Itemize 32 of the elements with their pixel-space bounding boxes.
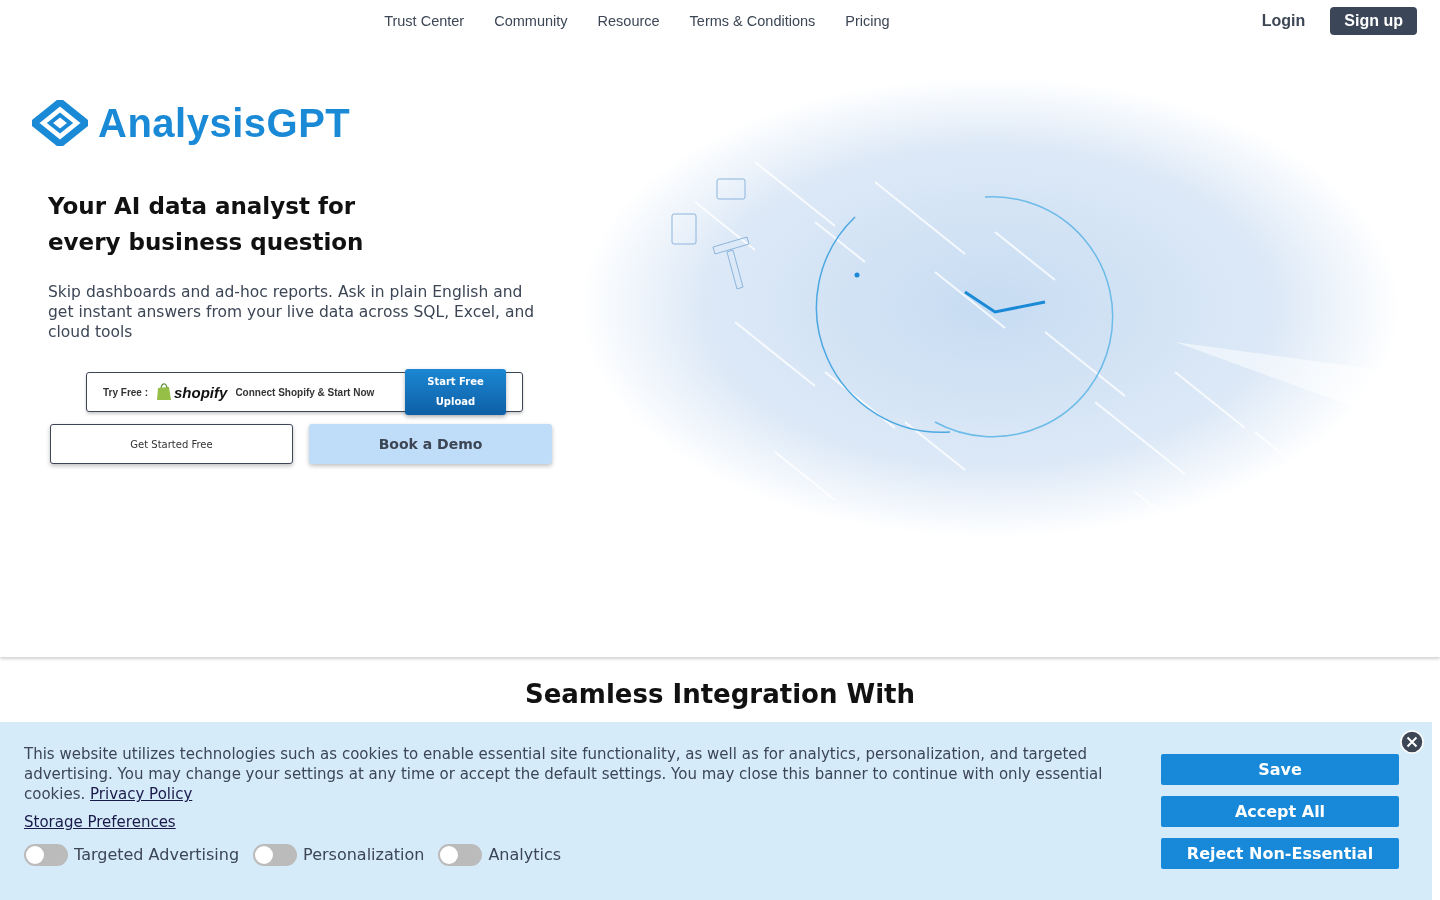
nav-link[interactable]: Terms & Conditions — [689, 13, 816, 29]
close-icon[interactable] — [1400, 730, 1424, 754]
nav-link[interactable]: Resource — [597, 13, 660, 29]
try-free-label: Try Free : — [103, 386, 149, 398]
nav-link[interactable]: Community — [494, 13, 568, 29]
toggle-label: Targeted Advertising — [74, 845, 240, 865]
banner-button[interactable]: Accept All — [1161, 796, 1399, 827]
brand-name: AnalysisGPT — [98, 100, 351, 146]
banner-button[interactable]: Reject Non-Essential — [1161, 838, 1399, 869]
storage-preferences-link[interactable]: Storage Preferences — [24, 812, 176, 832]
nav-link[interactable]: Trust Center — [384, 13, 465, 29]
privacy-policy-link[interactable]: Privacy Policy — [90, 785, 193, 803]
section-heading: Seamless Integration With — [523, 679, 917, 709]
toggle-switch[interactable] — [24, 844, 68, 866]
shopify-logo-text: shopify — [174, 383, 228, 401]
book-demo-button[interactable]: Book a Demo — [309, 424, 552, 464]
connect-shopify-link[interactable]: Connect Shopify & Start Now — [235, 386, 375, 398]
get-started-button[interactable]: Get Started Free — [50, 424, 293, 464]
toggle-label: Analytics — [488, 845, 562, 865]
signup-button[interactable]: Sign up — [1330, 7, 1417, 35]
toggle-label: Personalization — [303, 845, 425, 865]
shopping-bag-icon — [156, 383, 173, 401]
login-link[interactable]: Login — [1261, 12, 1306, 30]
nav-link[interactable]: Pricing — [845, 13, 890, 29]
logo-icon — [32, 100, 88, 146]
start-free-upload-button[interactable]: Start Free Upload — [405, 369, 506, 415]
hero-description: Skip dashboards and ad-hoc reports. Ask in plain English and get instant answers from your live data across SQL, Excel, and cloud tools — [48, 282, 536, 342]
toggle-switch[interactable] — [253, 844, 298, 866]
cookie-notice: This website utilizes technologies such as cookies to enable essential site functionality, as well as for analytics, personalization, and targeted advertising. You may change your settings at any time or accept the default settings. You may close this banner to continue with only essential cookies. Privacy Policy — [24, 744, 1104, 804]
banner-button[interactable]: Save — [1161, 754, 1399, 785]
toggle-switch[interactable] — [438, 844, 483, 866]
hero-headline: Your AI data analyst for every business question — [48, 192, 365, 257]
